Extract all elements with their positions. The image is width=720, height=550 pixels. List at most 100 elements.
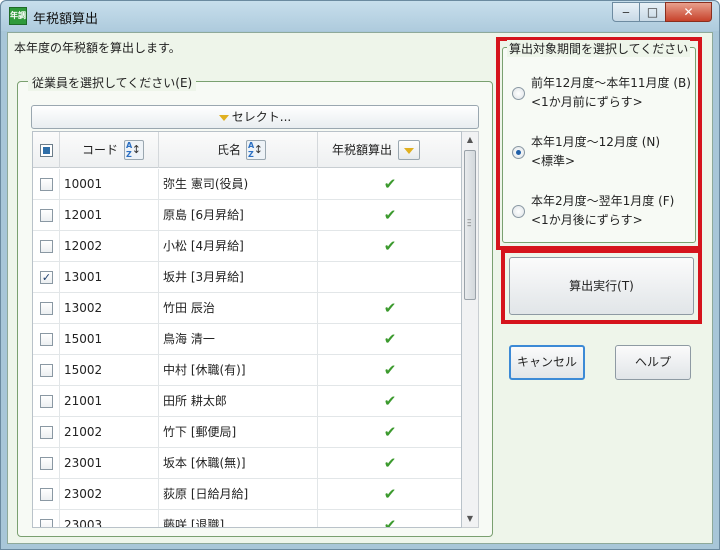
check-icon: ✔ — [383, 361, 397, 379]
row-checkbox-cell — [33, 324, 60, 354]
row-checkbox-cell — [33, 479, 60, 509]
tax-status-cell: ✔ — [318, 448, 461, 478]
header-tax-label: 年税額算出 — [332, 143, 393, 157]
check-icon: ✔ — [383, 423, 397, 441]
tax-status-cell: ✔ — [318, 386, 461, 416]
table-row[interactable]: 12001 原島 [6月昇給] ✔ — [33, 200, 461, 231]
employee-code: 13002 — [60, 293, 159, 323]
row-checkbox[interactable] — [40, 364, 53, 377]
row-checkbox-cell — [33, 448, 60, 478]
employee-code: 21001 — [60, 386, 159, 416]
table-row[interactable]: 12002 小松 [4月昇給] ✔ — [33, 231, 461, 262]
employee-name: 小松 [4月昇給] — [159, 231, 318, 261]
table-row[interactable]: 23003 藤咲 [退職] ✔ — [33, 510, 461, 527]
tax-status-cell: ✔ — [318, 355, 461, 385]
minimize-button[interactable]: ‒ — [612, 2, 640, 22]
employee-name: 坂本 [休職(無)] — [159, 448, 318, 478]
row-checkbox[interactable] — [40, 240, 53, 253]
title-bar[interactable]: 年調 年税額算出 ‒ □ ✕ — [1, 1, 719, 31]
employee-name: 荻原 [日給月給] — [159, 479, 318, 509]
check-icon: ✔ — [383, 485, 397, 503]
row-checkbox-cell — [33, 169, 60, 199]
table-row[interactable]: 10001 弥生 憲司(役員) ✔ — [33, 169, 461, 200]
tax-status-cell: ✔ — [318, 417, 461, 447]
filter-icon[interactable] — [398, 140, 420, 160]
row-checkbox[interactable] — [40, 426, 53, 439]
row-checkbox-cell — [33, 200, 60, 230]
employee-code: 23003 — [60, 510, 159, 527]
table-row[interactable]: 15001 鳥海 清一 ✔ — [33, 324, 461, 355]
employee-name: 藤咲 [退職] — [159, 510, 318, 527]
scroll-up-icon[interactable]: ▲ — [462, 132, 478, 148]
table-row[interactable]: 21001 田所 耕太郎 ✔ — [33, 386, 461, 417]
row-checkbox[interactable] — [40, 519, 53, 527]
select-all-checkbox[interactable] — [40, 144, 53, 157]
sort-name-icon[interactable]: A Z ↕ — [246, 140, 266, 160]
employee-table: コード A Z ↕ 氏名 A Z ↕ 年税額算出 10001 弥生 憲司(役員) ✔ 1200… — [32, 131, 462, 528]
table-scrollbar[interactable]: ▲ – – – ▼ — [462, 131, 479, 528]
row-checkbox-cell — [33, 355, 60, 385]
tax-status-cell: ✔ — [318, 479, 461, 509]
check-icon: ✔ — [383, 454, 397, 472]
table-row[interactable]: 23001 坂本 [休職(無)] ✔ — [33, 448, 461, 479]
row-checkbox-cell — [33, 386, 60, 416]
row-checkbox[interactable] — [40, 209, 53, 222]
period-option-label: 本年1月度～12月度 (N) — [531, 135, 661, 149]
sort-code-icon[interactable]: A Z ↕ — [124, 140, 144, 160]
dialog-window: 年調 年税額算出 ‒ □ ✕ 本年度の年税額を算出します。 従業員を選択してくだ… — [0, 0, 720, 550]
tax-status-cell: ✔ — [318, 293, 461, 323]
header-code: コード A Z ↕ — [60, 132, 159, 168]
row-checkbox[interactable] — [40, 333, 53, 346]
tax-status-cell — [318, 262, 461, 292]
employee-name: 竹下 [郵便局] — [159, 417, 318, 447]
select-button[interactable]: セレクト... — [31, 105, 479, 129]
header-name: 氏名 A Z ↕ — [159, 132, 318, 168]
close-button[interactable]: ✕ — [665, 2, 712, 22]
employee-code: 23002 — [60, 479, 159, 509]
header-name-label: 氏名 — [217, 143, 242, 157]
row-checkbox[interactable] — [40, 178, 53, 191]
help-button[interactable]: ヘルプ — [615, 345, 691, 380]
row-checkbox-cell: ✓ — [33, 262, 60, 292]
scroll-thumb[interactable]: – – – — [464, 150, 476, 300]
employee-name: 中村 [休職(有)] — [159, 355, 318, 385]
row-checkbox[interactable]: ✓ — [40, 271, 53, 284]
table-row[interactable]: ✓ 13001 坂井 [3月昇給] — [33, 262, 461, 293]
employee-code: 15002 — [60, 355, 159, 385]
employee-name: 原島 [6月昇給] — [159, 200, 318, 230]
period-option-text: 本年1月度～12月度 (N) <標準> — [531, 133, 660, 171]
row-checkbox-cell — [33, 293, 60, 323]
check-icon: ✔ — [383, 299, 397, 317]
period-option-label: 本年2月度～翌年1月度 (F) — [531, 194, 675, 208]
table-row[interactable]: 23002 荻原 [日給月給] ✔ — [33, 479, 461, 510]
row-checkbox-cell — [33, 510, 60, 527]
cancel-button[interactable]: キャンセル — [509, 345, 585, 380]
table-row[interactable]: 21002 竹下 [郵便局] ✔ — [33, 417, 461, 448]
employee-name: 弥生 憲司(役員) — [159, 169, 318, 199]
header-select-all-cell — [33, 132, 60, 168]
row-checkbox[interactable] — [40, 488, 53, 501]
radio-standard[interactable] — [512, 146, 525, 159]
scroll-down-icon[interactable]: ▼ — [462, 511, 478, 527]
row-checkbox[interactable] — [40, 457, 53, 470]
table-row[interactable]: 15002 中村 [休職(有)] ✔ — [33, 355, 461, 386]
calculate-button[interactable]: 算出実行(T) — [509, 257, 694, 315]
radio-previous[interactable] — [512, 87, 525, 100]
check-icon: ✔ — [383, 330, 397, 348]
maximize-button[interactable]: □ — [639, 2, 666, 22]
select-button-label: セレクト... — [231, 110, 292, 124]
row-checkbox[interactable] — [40, 395, 53, 408]
radio-next[interactable] — [512, 205, 525, 218]
grip-icon: – – – — [467, 215, 472, 231]
period-option-text: 前年12月度～本年11月度 (B) <1か月前にずらす> — [531, 74, 691, 112]
window-title: 年税額算出 — [33, 12, 99, 27]
employee-group: 従業員を選択してください(E) セレクト... コード A Z ↕ 氏名 A Z ↕ — [17, 74, 493, 537]
header-code-label: コード — [82, 143, 119, 157]
employee-code: 13001 — [60, 262, 159, 292]
row-checkbox[interactable] — [40, 302, 53, 315]
header-tax: 年税額算出 — [318, 132, 461, 168]
table-row[interactable]: 13002 竹田 辰治 ✔ — [33, 293, 461, 324]
employee-name: 坂井 [3月昇給] — [159, 262, 318, 292]
tax-status-cell: ✔ — [318, 169, 461, 199]
period-option-label: 前年12月度～本年11月度 (B) — [531, 76, 691, 90]
